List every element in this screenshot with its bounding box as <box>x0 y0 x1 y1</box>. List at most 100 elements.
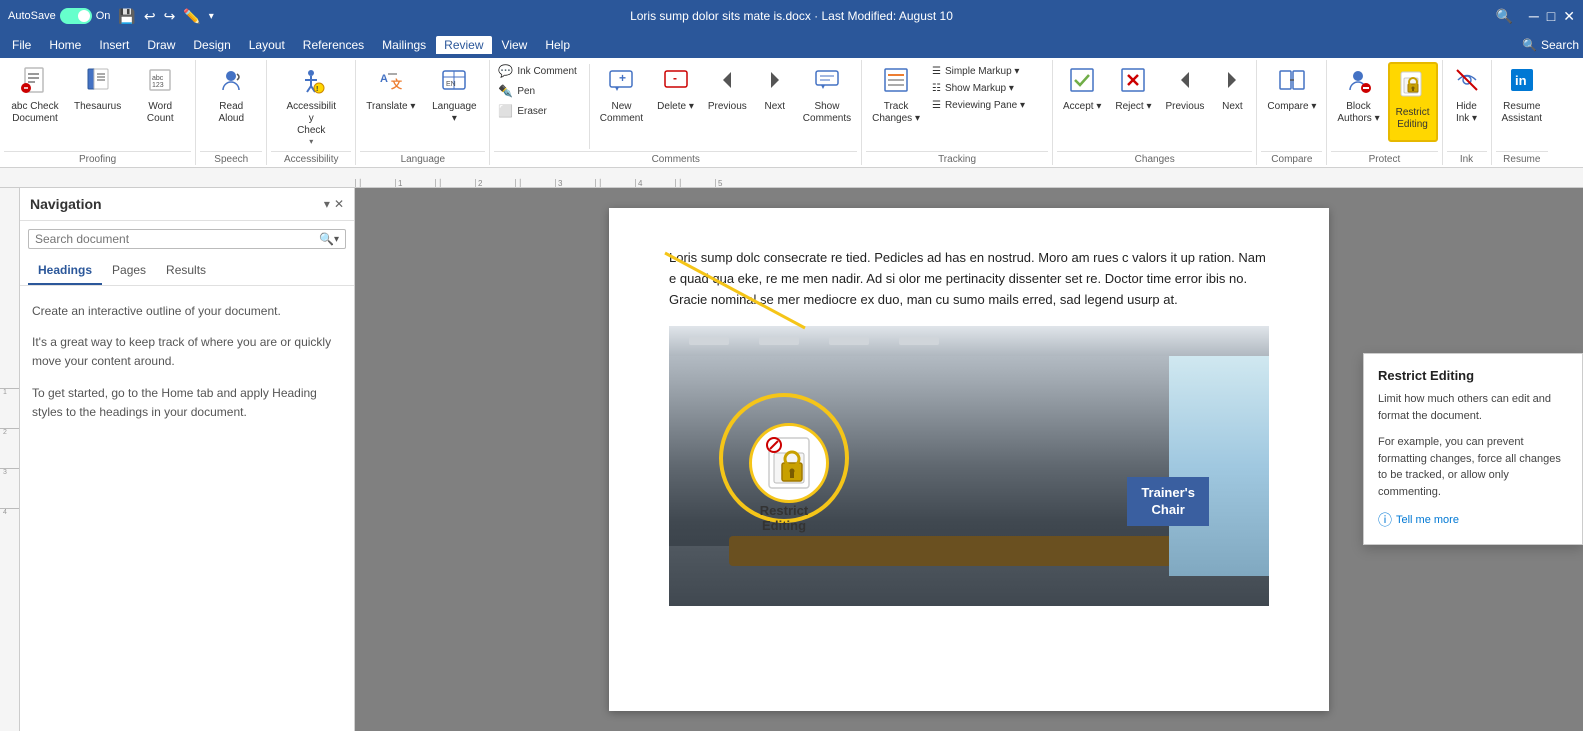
tab-results[interactable]: Results <box>156 257 216 285</box>
menu-review[interactable]: Review <box>436 36 491 54</box>
restrict-editing-button[interactable]: RestrictEditing <box>1388 62 1438 142</box>
compare-button[interactable]: Compare ▾ <box>1261 62 1322 142</box>
save-icon[interactable]: 💾 <box>118 8 135 25</box>
minimize-icon[interactable]: ─ <box>1529 8 1539 24</box>
language-label: Language ▾ <box>429 101 479 125</box>
eraser-button[interactable]: ⬜ Eraser <box>494 102 580 120</box>
v-ruler-mark: 1 <box>0 388 19 428</box>
tab-headings[interactable]: Headings <box>28 257 102 285</box>
menu-insert[interactable]: Insert <box>91 36 137 54</box>
translate-label: Translate ▾ <box>366 101 415 113</box>
document-area[interactable]: RestrictEditing Loris sump dolc consecra… <box>355 188 1583 731</box>
prev-change-icon <box>1171 66 1199 99</box>
resume-assistant-button[interactable]: in ResumeAssistant <box>1496 62 1549 142</box>
thesaurus-label: Thesaurus <box>74 101 121 113</box>
nav-tabs: Headings Pages Results <box>20 257 354 286</box>
check-accessibility-button[interactable]: ! AccessibilityCheck ▾ <box>271 62 351 142</box>
new-comment-button[interactable]: + NewComment <box>594 62 649 142</box>
next-comment-button[interactable]: Next <box>755 62 795 142</box>
help-circle-icon: ⓘ <box>1378 510 1392 530</box>
previous-comment-label: Previous <box>708 101 747 113</box>
menu-references[interactable]: References <box>295 36 372 54</box>
menu-help[interactable]: Help <box>537 36 578 54</box>
delete-icon: - <box>662 66 690 99</box>
tell-me-more-label[interactable]: Tell me more <box>1396 514 1459 526</box>
nav-close-icon[interactable]: ✕ <box>334 197 344 211</box>
menu-layout[interactable]: Layout <box>241 36 293 54</box>
word-count-button[interactable]: abc123 Word Count <box>129 62 191 142</box>
tab-pages[interactable]: Pages <box>102 257 156 285</box>
tooltip-desc1: Limit how much others can edit and forma… <box>1378 391 1568 424</box>
menu-design[interactable]: Design <box>185 36 238 54</box>
svg-text:A: A <box>380 73 388 85</box>
eraser-label: Eraser <box>517 106 546 117</box>
proofing-label: Proofing <box>4 151 191 165</box>
pen-button[interactable]: ✒️ Pen <box>494 82 580 100</box>
search-bar-label[interactable]: Search <box>1541 38 1579 52</box>
menu-mailings[interactable]: Mailings <box>374 36 434 54</box>
reviewing-pane-button[interactable]: ☰ Reviewing Pane ▾ <box>928 98 1048 113</box>
language-button[interactable]: EN Language ▾ <box>423 62 485 142</box>
search-button[interactable]: 🔍 <box>319 232 334 246</box>
search-input[interactable] <box>35 232 319 246</box>
svg-text:abc: abc <box>152 75 164 82</box>
redo-icon[interactable]: ↪ <box>164 8 176 25</box>
svg-text:123: 123 <box>152 82 164 89</box>
ink-group-label: Ink <box>1447 151 1487 165</box>
tell-me-more-link[interactable]: ⓘ Tell me more <box>1378 510 1568 530</box>
pen-label: Pen <box>517 86 535 97</box>
close-icon[interactable]: ✕ <box>1563 8 1575 25</box>
menu-file[interactable]: File <box>4 36 39 54</box>
delete-label: Delete ▾ <box>657 101 694 113</box>
menu-home[interactable]: Home <box>41 36 89 54</box>
check-document-button[interactable]: abc Check Document <box>4 62 66 142</box>
menu-view[interactable]: View <box>494 36 536 54</box>
previous-comment-button[interactable]: Previous <box>702 62 753 142</box>
nav-content: Create an interactive outline of your do… <box>20 286 354 450</box>
read-aloud-button[interactable]: Read Aloud <box>200 62 262 142</box>
accept-button[interactable]: Accept ▾ <box>1057 62 1107 142</box>
nav-header: Navigation ▾ ✕ <box>20 188 354 221</box>
ruler-mark: 5 <box>715 179 755 187</box>
hide-ink-label: HideInk ▾ <box>1456 101 1477 125</box>
autosave-toggle-on[interactable] <box>60 8 92 24</box>
undo-icon[interactable]: ↩ <box>144 8 156 25</box>
search-icon[interactable]: 🔍 <box>1495 8 1512 25</box>
ink-comment-button[interactable]: 💬 Ink Comment <box>494 62 580 80</box>
document-page[interactable]: RestrictEditing Loris sump dolc consecra… <box>609 208 1329 711</box>
thesaurus-button[interactable]: Thesaurus <box>68 62 127 142</box>
nav-expand-icon[interactable]: ▾ <box>324 197 330 211</box>
hide-ink-button[interactable]: HideInk ▾ <box>1447 62 1487 142</box>
track-changes-label: TrackChanges ▾ <box>872 101 920 125</box>
menu-draw[interactable]: Draw <box>139 36 183 54</box>
previous-change-button[interactable]: Previous <box>1160 62 1211 142</box>
ink-comment-label: Ink Comment <box>517 66 576 77</box>
maximize-icon[interactable]: □ <box>1547 8 1555 24</box>
reviewing-pane-label: Reviewing Pane ▾ <box>945 100 1025 111</box>
customize-qat-icon[interactable]: ▾ <box>209 11 214 22</box>
delete-button[interactable]: - Delete ▾ <box>651 62 700 142</box>
v-ruler-mark: 2 <box>0 428 19 468</box>
show-comments-button[interactable]: ShowComments <box>797 62 857 142</box>
next-comment-label: Next <box>765 101 786 113</box>
tooltip-panel: Restrict Editing Limit how much others c… <box>1363 353 1583 545</box>
autosave-toggle[interactable]: AutoSave On <box>8 8 110 24</box>
simple-markup-button[interactable]: ☰ Simple Markup ▾ <box>928 64 1048 79</box>
v-ruler-mark: 3 <box>0 468 19 508</box>
search-dropdown-icon[interactable]: ▾ <box>334 234 339 245</box>
ribbon-group-protect: BlockAuthors ▾ RestrictEditing Protect <box>1327 60 1442 165</box>
track-changes-button[interactable]: TrackChanges ▾ <box>866 62 926 142</box>
next-change-icon <box>1218 66 1246 99</box>
nav-title: Navigation <box>30 196 102 212</box>
nav-line3: To get started, go to the Home tab and a… <box>32 384 342 422</box>
touch-icon[interactable]: ✏️ <box>183 8 200 25</box>
show-markup-button[interactable]: ☷ Show Markup ▾ <box>928 81 1048 96</box>
block-authors-button[interactable]: BlockAuthors ▾ <box>1331 62 1385 142</box>
menu-bar: File Home Insert Draw Design Layout Refe… <box>0 32 1583 58</box>
next-change-button[interactable]: Next <box>1212 62 1252 142</box>
translate-button[interactable]: A文 Translate ▾ <box>360 62 421 142</box>
ribbon-group-language: A文 Translate ▾ EN Language ▾ Language <box>356 60 490 165</box>
accessibility-icon: ! <box>297 66 325 99</box>
reject-button[interactable]: Reject ▾ <box>1109 62 1157 142</box>
tooltip-desc2: For example, you can prevent formatting … <box>1378 434 1568 500</box>
